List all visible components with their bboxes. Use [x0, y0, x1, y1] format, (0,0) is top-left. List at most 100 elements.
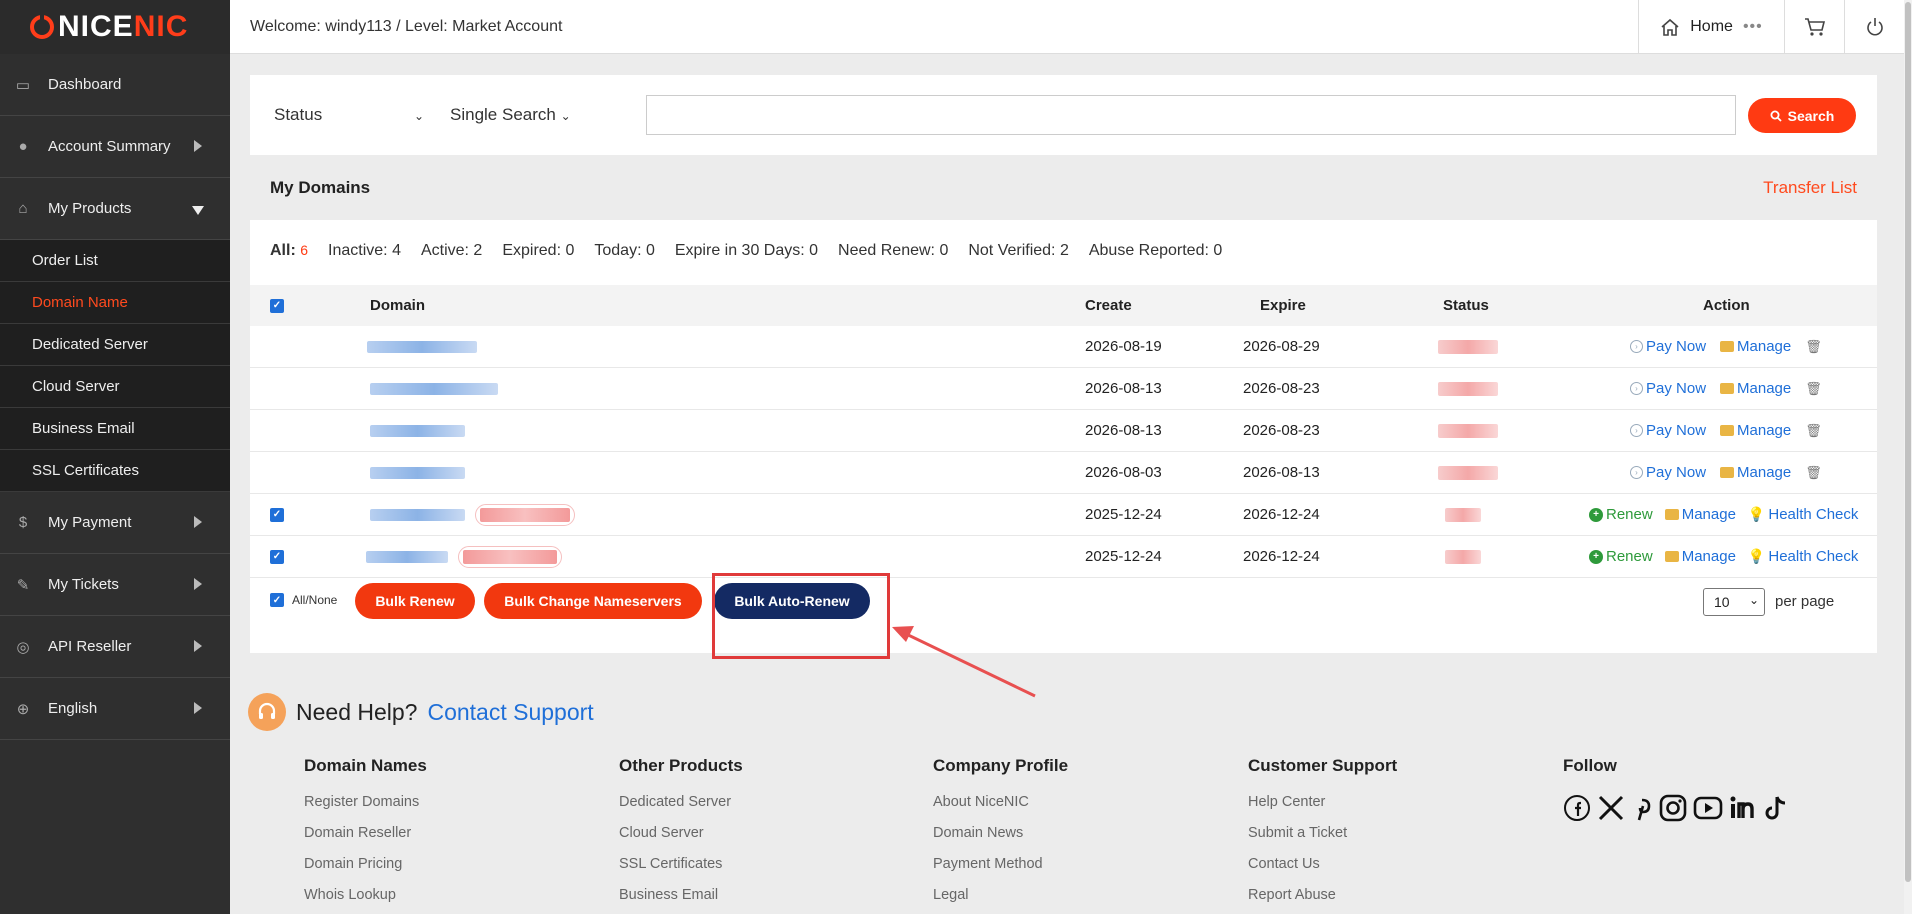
- manage-link[interactable]: Manage: [1720, 422, 1791, 439]
- pinterest-icon[interactable]: [1631, 794, 1653, 822]
- trash-icon[interactable]: 🗑: [1805, 381, 1822, 397]
- tiktok-icon[interactable]: [1765, 794, 1789, 822]
- manage-link[interactable]: Manage: [1664, 506, 1736, 523]
- filter-today[interactable]: Today: 0: [594, 242, 654, 260]
- col-create[interactable]: Create: [1085, 285, 1132, 326]
- sidebar-item-account-summary[interactable]: ● Account Summary: [0, 116, 230, 178]
- health-check-link[interactable]: 💡 Health Check: [1748, 506, 1858, 523]
- manage-link[interactable]: Manage: [1720, 380, 1791, 397]
- footer-link[interactable]: About NiceNIC: [933, 794, 1068, 825]
- footer-link[interactable]: Legal: [933, 887, 1068, 914]
- pay-now-link[interactable]: › Pay Now: [1630, 380, 1706, 397]
- footer-link[interactable]: Domain Reseller: [304, 825, 427, 856]
- filter-active[interactable]: Active: 2: [421, 242, 482, 260]
- sidebar-item-label: My Products: [48, 200, 132, 217]
- manage-label: Manage: [1681, 548, 1736, 565]
- nicenic-logo[interactable]: NICE NIC: [0, 0, 230, 54]
- sidebar-item-my-tickets[interactable]: ✎ My Tickets: [0, 554, 230, 616]
- manage-link[interactable]: Manage: [1720, 464, 1791, 481]
- row-checkbox[interactable]: ✓: [270, 507, 284, 522]
- trash-icon[interactable]: 🗑: [1805, 339, 1822, 355]
- footer-link[interactable]: Whois Lookup: [304, 887, 427, 914]
- manage-link[interactable]: Manage: [1664, 548, 1736, 565]
- row-checkbox[interactable]: ✓: [270, 549, 284, 564]
- youtube-icon[interactable]: [1693, 794, 1723, 822]
- health-check-link[interactable]: 💡 Health Check: [1748, 548, 1858, 565]
- footer-link[interactable]: Domain Pricing: [304, 856, 427, 887]
- footer-link[interactable]: Report Abuse: [1248, 887, 1397, 914]
- sidebar-subitem-order-list[interactable]: Order List: [0, 240, 230, 282]
- manage-link[interactable]: Manage: [1720, 338, 1791, 355]
- sidebar-item-language[interactable]: ⊕ English: [0, 678, 230, 740]
- footer-link[interactable]: Cloud Server: [619, 825, 743, 856]
- domain-name-redacted[interactable]: [370, 508, 465, 521]
- cart-button[interactable]: [1784, 0, 1844, 54]
- filter-need-renew[interactable]: Need Renew: 0: [838, 242, 948, 260]
- facebook-icon[interactable]: [1563, 794, 1591, 822]
- bulk-renew-button[interactable]: Bulk Renew: [355, 583, 475, 619]
- footer-link[interactable]: Business Email: [619, 887, 743, 914]
- pay-now-link[interactable]: › Pay Now: [1630, 338, 1706, 355]
- linkedin-icon[interactable]: [1729, 794, 1759, 822]
- page-scrollbar[interactable]: [1904, 0, 1912, 914]
- domain-name-redacted[interactable]: [370, 466, 465, 479]
- footer-link[interactable]: Contact Us: [1248, 856, 1397, 887]
- contact-support-link[interactable]: Contact Support: [427, 699, 593, 726]
- filter-abuse[interactable]: Abuse Reported: 0: [1089, 242, 1222, 260]
- sidebar-subitem-domain-name[interactable]: Domain Name: [0, 282, 230, 324]
- all-none-checkbox[interactable]: ✓: [270, 593, 284, 607]
- x-twitter-icon[interactable]: [1597, 794, 1625, 822]
- scrollbar-thumb[interactable]: [1905, 2, 1911, 882]
- renew-link[interactable]: + Renew: [1589, 548, 1653, 565]
- chevron-down-icon: [192, 206, 204, 215]
- pay-now-link[interactable]: › Pay Now: [1630, 422, 1706, 439]
- sidebar-item-api-reseller[interactable]: ◎ API Reseller: [0, 616, 230, 678]
- table-row[interactable]: ✓ 2025-12-24 2026-12-24 + Renew Manage 💡 H…: [250, 494, 1877, 536]
- filter-expired[interactable]: Expired: 0: [502, 242, 574, 260]
- table-row[interactable]: 2026-08-03 2026-08-13 › Pay Now Manage 🗑: [250, 452, 1877, 494]
- logout-button[interactable]: [1844, 0, 1904, 54]
- col-expire[interactable]: Expire: [1260, 285, 1306, 326]
- filter-expire-30[interactable]: Expire in 30 Days: 0: [675, 242, 818, 260]
- sidebar-item-my-products[interactable]: ⌂ My Products: [0, 178, 230, 240]
- home-button[interactable]: Home •••: [1638, 0, 1784, 54]
- table-row[interactable]: 2026-08-13 2026-08-23 › Pay Now Manage 🗑: [250, 368, 1877, 410]
- sidebar-subitem-dedicated-server[interactable]: Dedicated Server: [0, 324, 230, 366]
- sidebar-item-dashboard[interactable]: ▭ Dashboard: [0, 54, 230, 116]
- status-select[interactable]: Status ⌄: [274, 105, 424, 125]
- renew-link[interactable]: + Renew: [1589, 506, 1653, 523]
- search-type-select[interactable]: Single Search ⌄: [450, 105, 571, 125]
- domain-name-redacted[interactable]: [370, 424, 465, 437]
- footer-link[interactable]: Register Domains: [304, 794, 427, 825]
- table-row[interactable]: 2026-08-13 2026-08-23 › Pay Now Manage 🗑: [250, 410, 1877, 452]
- filter-not-verified[interactable]: Not Verified: 2: [968, 242, 1069, 260]
- footer-link[interactable]: Dedicated Server: [619, 794, 743, 825]
- footer-link[interactable]: Help Center: [1248, 794, 1397, 825]
- trash-icon[interactable]: 🗑: [1805, 423, 1822, 439]
- filter-inactive[interactable]: Inactive: 4: [328, 242, 401, 260]
- domain-name-redacted[interactable]: [367, 340, 477, 353]
- select-all-checkbox[interactable]: ✓: [270, 298, 284, 313]
- bulk-change-nameservers-button[interactable]: Bulk Change Nameservers: [484, 583, 702, 619]
- search-button[interactable]: Search: [1748, 98, 1856, 133]
- footer-link[interactable]: SSL Certificates: [619, 856, 743, 887]
- search-input[interactable]: [646, 95, 1736, 135]
- sidebar-subitem-cloud-server[interactable]: Cloud Server: [0, 366, 230, 408]
- more-icon[interactable]: •••: [1743, 18, 1763, 36]
- col-domain[interactable]: Domain: [370, 285, 425, 326]
- per-page-select[interactable]: 10 ⌄: [1703, 588, 1765, 616]
- sidebar-item-my-payment[interactable]: $ My Payment: [0, 492, 230, 554]
- domain-name-redacted[interactable]: [366, 550, 448, 563]
- footer-link[interactable]: Domain News: [933, 825, 1068, 856]
- pay-now-link[interactable]: › Pay Now: [1630, 464, 1706, 481]
- transfer-list-link[interactable]: Transfer List: [1763, 178, 1857, 198]
- footer-link[interactable]: Submit a Ticket: [1248, 825, 1397, 856]
- trash-icon[interactable]: 🗑: [1805, 465, 1822, 481]
- filter-all[interactable]: All: 6: [270, 242, 308, 260]
- domain-name-redacted[interactable]: [370, 382, 498, 395]
- instagram-icon[interactable]: [1659, 794, 1687, 822]
- table-row[interactable]: 2026-08-19 2026-08-29 › Pay Now Manage 🗑: [250, 326, 1877, 368]
- footer-link[interactable]: Payment Method: [933, 856, 1068, 887]
- sidebar-subitem-ssl-certificates[interactable]: SSL Certificates: [0, 450, 230, 492]
- sidebar-subitem-business-email[interactable]: Business Email: [0, 408, 230, 450]
